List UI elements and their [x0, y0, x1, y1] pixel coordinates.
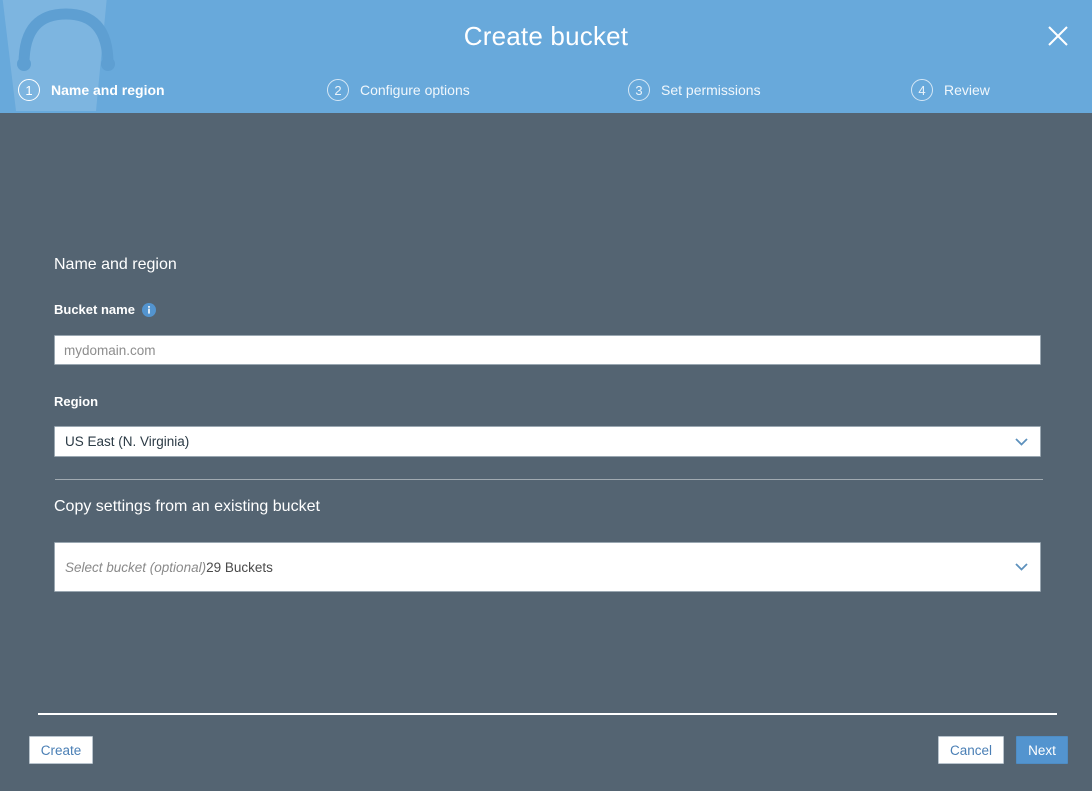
stepper: 1 Name and region 2 Configure options 3 … [0, 74, 1092, 106]
region-select-value: US East (N. Virginia) [65, 434, 190, 449]
section-heading-copy-settings: Copy settings from an existing bucket [54, 498, 320, 515]
stepper-step-name-and-region[interactable]: 1 Name and region [18, 74, 165, 106]
close-button[interactable] [1040, 18, 1076, 54]
copy-settings-select-value: Select bucket (optional) 29 Buckets [65, 543, 273, 591]
stepper-step-configure-options[interactable]: 2 Configure options [327, 74, 470, 106]
section-heading-name-and-region: Name and region [54, 256, 177, 273]
cancel-button[interactable]: Cancel [938, 736, 1004, 764]
copy-settings-placeholder: Select bucket (optional) [65, 559, 207, 575]
stepper-step-set-permissions[interactable]: 3 Set permissions [628, 74, 761, 106]
step-number-badge: 3 [628, 79, 650, 101]
chevron-down-icon [1015, 437, 1028, 446]
region-label-text: Region [54, 394, 99, 409]
bucket-name-label: Bucket name [54, 302, 156, 317]
page-title: Create bucket [463, 21, 629, 51]
bucket-name-label-text: Bucket name [54, 302, 135, 317]
footer-divider [38, 713, 1057, 715]
bucket-name-input[interactable] [54, 335, 1041, 365]
step-label: Review [944, 82, 990, 98]
step-label: Set permissions [661, 82, 761, 98]
info-icon[interactable] [141, 302, 156, 317]
next-button[interactable]: Next [1016, 736, 1068, 764]
modal-body: Name and region Bucket name Region US Ea… [0, 113, 1092, 704]
step-number-badge: 2 [327, 79, 349, 101]
region-label: Region [54, 394, 98, 409]
chevron-down-icon [1015, 563, 1028, 571]
copy-settings-bucket-count: 29 Buckets [206, 559, 273, 575]
step-number-badge: 1 [18, 79, 40, 101]
stepper-step-review[interactable]: 4 Review [911, 74, 990, 106]
step-number-badge: 4 [911, 79, 933, 101]
copy-settings-bucket-select[interactable]: Select bucket (optional) 29 Buckets [54, 542, 1041, 592]
step-label: Configure options [360, 82, 470, 98]
create-button[interactable]: Create [29, 736, 93, 764]
step-label: Name and region [51, 82, 165, 98]
modal-header: Create bucket 1 Name and region 2 Config… [0, 0, 1092, 113]
region-select[interactable]: US East (N. Virginia) [54, 426, 1041, 457]
section-divider [55, 479, 1043, 480]
modal-footer [0, 704, 1092, 791]
close-icon [1048, 26, 1068, 46]
